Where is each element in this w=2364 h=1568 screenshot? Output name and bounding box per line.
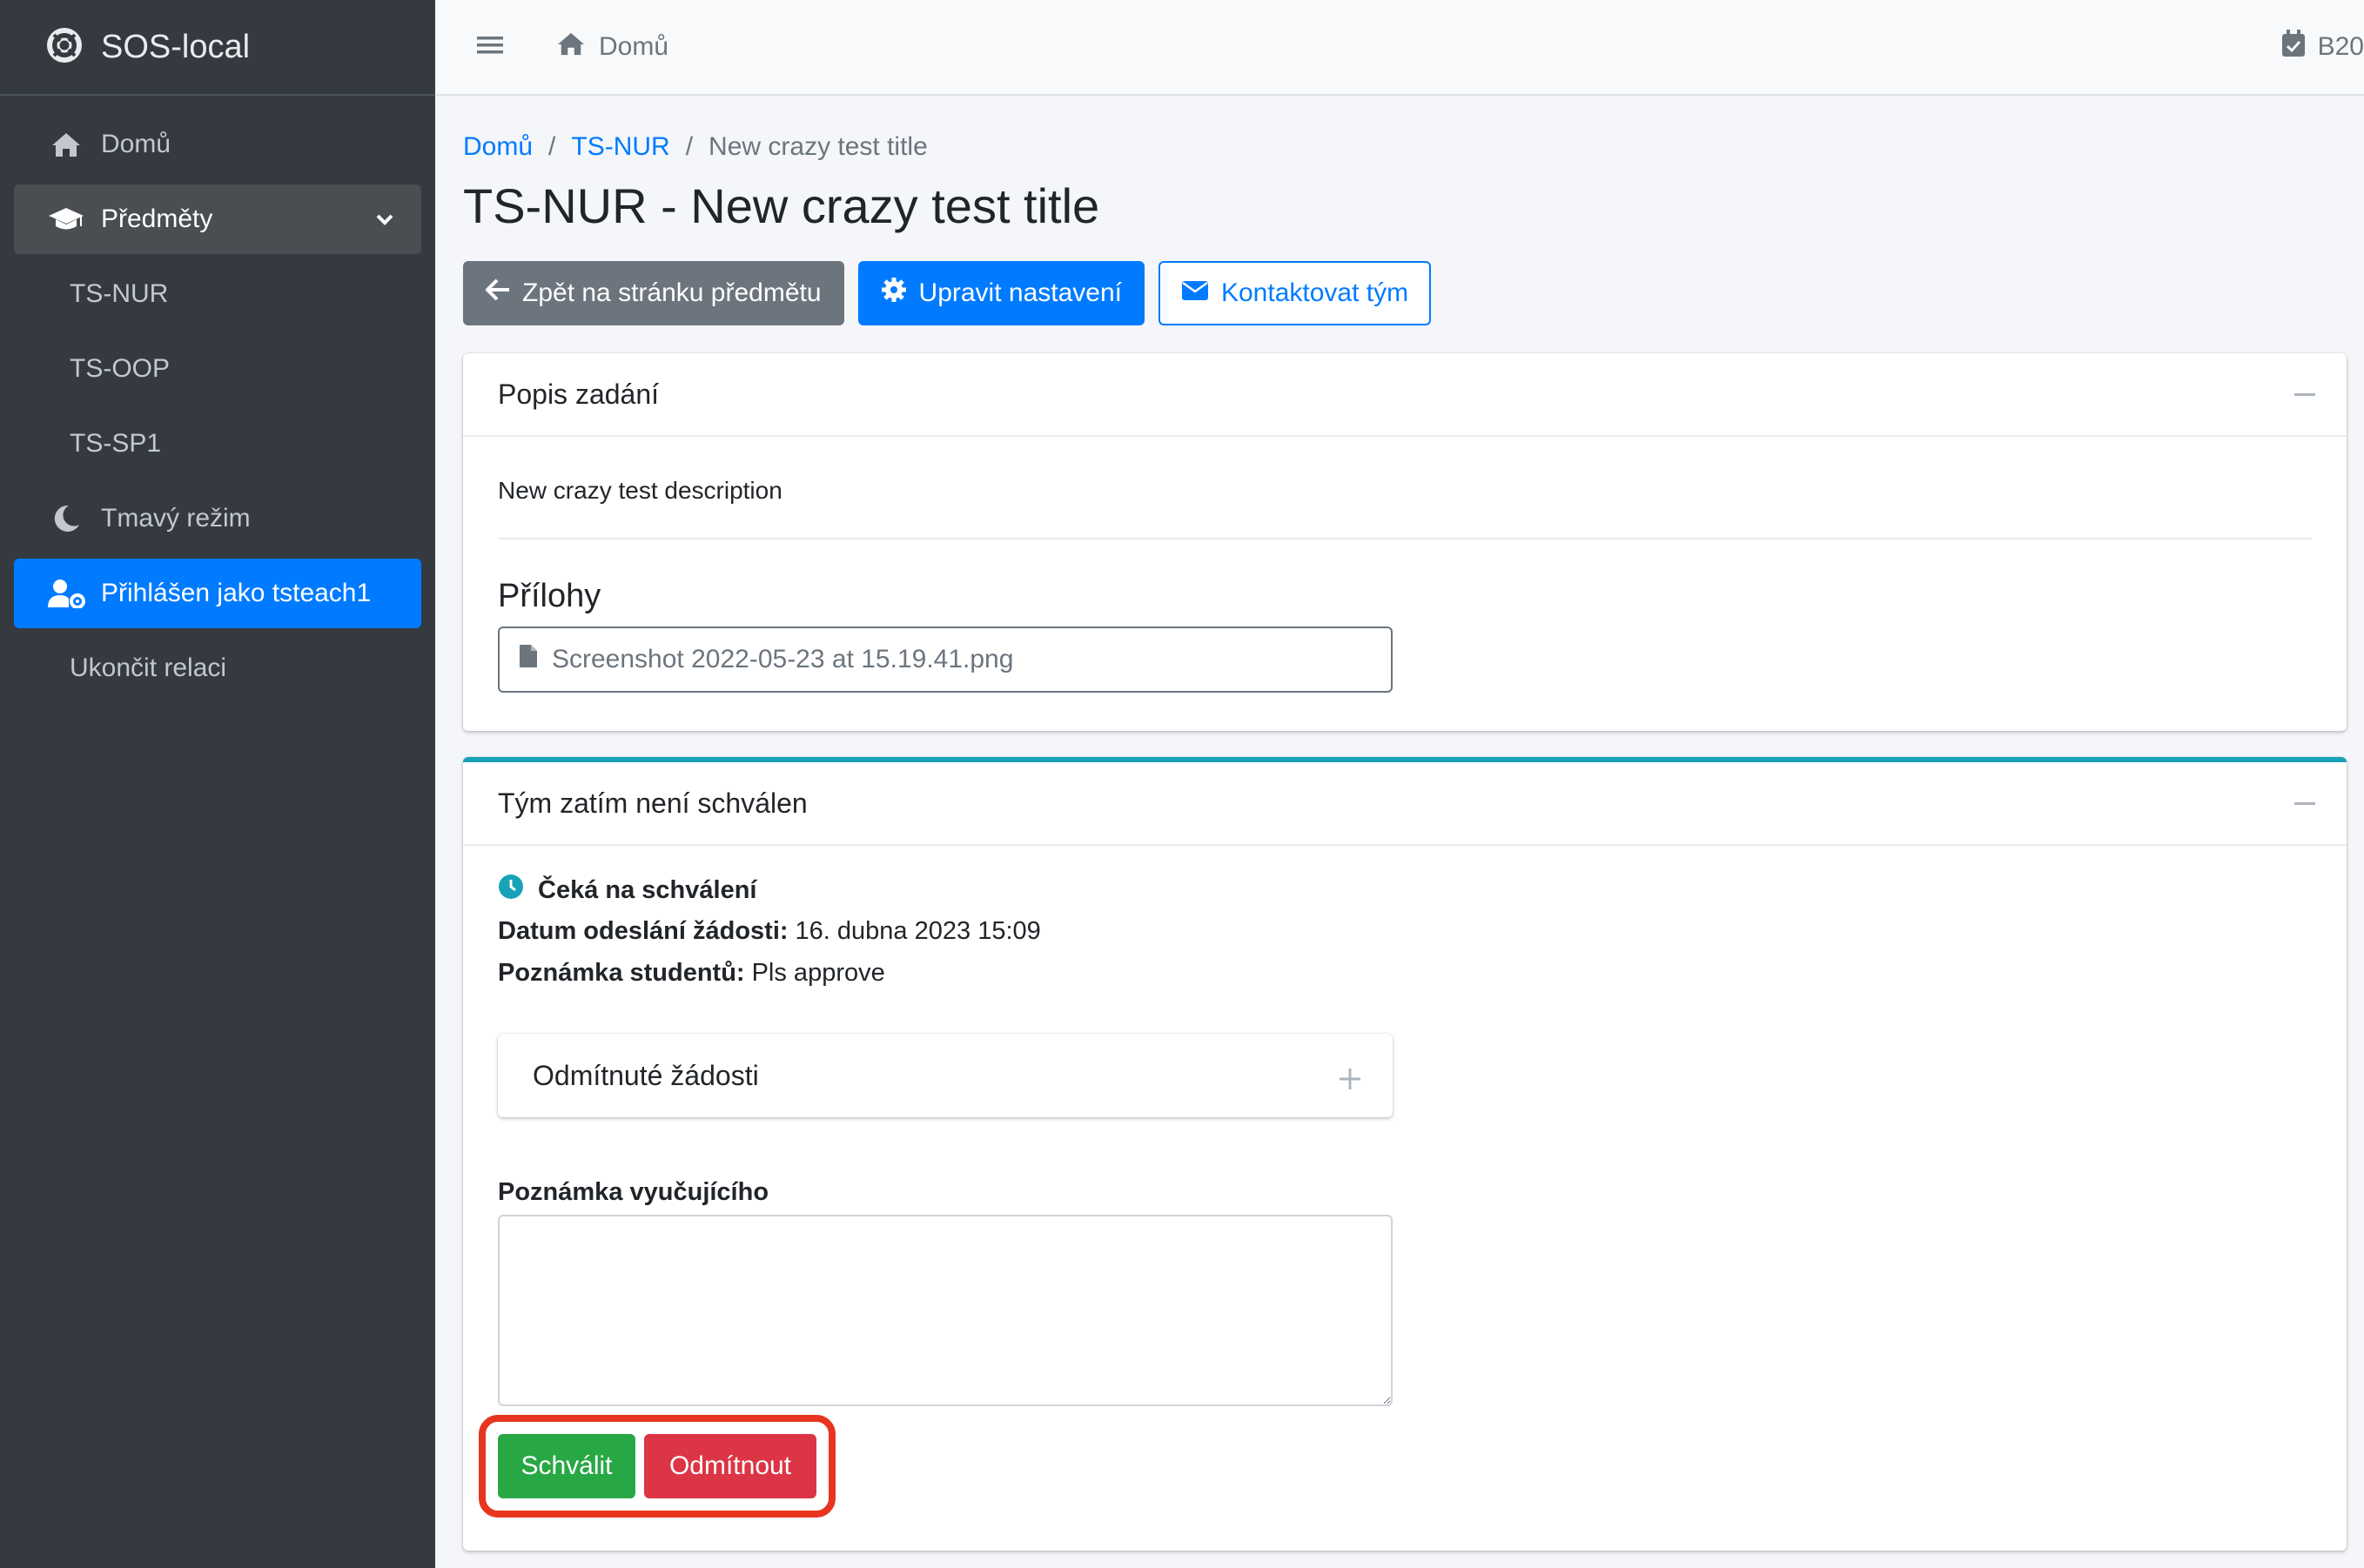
sidebar-item-courses[interactable]: Předměty [14, 184, 421, 254]
rejected-requests-card[interactable]: Odmítnuté žádosti [498, 1034, 1393, 1117]
top-right-label: B20 [2317, 32, 2364, 61]
assignment-card: Popis zadání New crazy test description … [463, 353, 2347, 731]
sidebar-item-ts-oop[interactable]: TS-OOP [14, 334, 421, 404]
attachment-file-name: Screenshot 2022-05-23 at 15.19.41.png [552, 645, 1014, 673]
student-note-value: Pls approve [751, 959, 885, 987]
teacher-note-textarea[interactable] [498, 1215, 1393, 1406]
action-buttons: Zpět na stránku předmětu Upravit nastave… [463, 261, 1445, 325]
graduation-cap-icon [47, 206, 85, 232]
approve-button[interactable]: Schválit [498, 1434, 635, 1498]
back-to-course-button[interactable]: Zpět na stránku předmětu [463, 261, 844, 325]
sidebar-item-label: Předměty [101, 204, 213, 233]
collapse-minus-icon[interactable] [2294, 393, 2315, 396]
divider [498, 538, 2312, 539]
sidebar-item-label: Domů [101, 130, 171, 158]
sent-date-label: Datum odeslání žádosti: [498, 917, 789, 945]
top-home-link[interactable]: Domů [555, 30, 668, 64]
brand[interactable]: SOS-local [0, 0, 435, 96]
sidebar: SOS-local Domů Předměty TS-NUR TS-OOP TS… [0, 0, 435, 1568]
sidebar-item-ts-nur[interactable]: TS-NUR [14, 259, 421, 329]
page-title: TS-NUR - New crazy test title [463, 178, 1100, 233]
edit-settings-label: Upravit nastavení [918, 278, 1122, 307]
brand-title: SOS-local [101, 28, 251, 65]
lifebuoy-icon [47, 27, 82, 67]
student-note-line: Poznámka studentů: Pls approve [498, 959, 885, 988]
breadcrumb-separator: / [685, 132, 694, 161]
status-line: Čeká na schválení [498, 874, 763, 907]
sent-date-line: Datum odeslání žádosti: 16. dubna 2023 1… [498, 917, 1041, 946]
sidebar-item-logout[interactable]: Ukončit relaci [14, 633, 421, 703]
clock-icon [498, 874, 524, 907]
collapse-minus-icon[interactable] [2294, 802, 2315, 805]
hamburger-menu-icon[interactable] [477, 35, 503, 60]
student-note-label: Poznámka studentů: [498, 959, 745, 987]
teacher-note-label: Poznámka vyučujícího [498, 1178, 769, 1206]
top-home-label: Domů [599, 32, 669, 61]
main-content: Domů / TS-NUR / New crazy test title TS-… [435, 97, 2364, 1568]
sidebar-item-label: Ukončit relaci [70, 653, 227, 682]
back-label: Zpět na stránku předmětu [522, 278, 822, 307]
sidebar-item-label: TS-NUR [70, 279, 169, 308]
sidebar-item-label: TS-SP1 [70, 429, 162, 458]
status-text: Čeká na schválení [538, 875, 757, 904]
attachment-file-link[interactable]: Screenshot 2022-05-23 at 15.19.41.png [498, 627, 1393, 693]
contact-team-label: Kontaktovat tým [1220, 278, 1409, 307]
home-icon [555, 30, 587, 64]
arrow-left-icon [485, 278, 522, 308]
sidebar-item-label: Tmavý režim [101, 504, 251, 533]
sidebar-item-home[interactable]: Domů [14, 110, 421, 179]
sidebar-item-ts-sp1[interactable]: TS-SP1 [14, 409, 421, 479]
team-card-title: Tým zatím není schválen [498, 787, 808, 819]
sidebar-item-label: TS-OOP [70, 354, 171, 383]
moon-icon [47, 504, 85, 533]
top-navbar: Domů B20 [435, 0, 2364, 96]
sidebar-item-dark-mode[interactable]: Tmavý režim [14, 484, 421, 553]
user-cog-icon [47, 579, 85, 608]
gear-icon [881, 277, 919, 310]
breadcrumb-home[interactable]: Domů [463, 132, 533, 162]
sidebar-item-logged-in-user[interactable]: Přihlášen jako tsteach1 [14, 559, 421, 628]
rejected-requests-title: Odmítnuté žádosti [533, 1059, 759, 1091]
top-right-info[interactable]: B20 [2281, 30, 2364, 64]
reject-button[interactable]: Odmítnout [644, 1434, 816, 1498]
contact-team-button[interactable]: Kontaktovat tým [1158, 261, 1432, 325]
team-approval-card: Tým zatím není schválen Čeká na schválen… [463, 757, 2347, 1551]
home-icon [47, 131, 85, 158]
breadcrumb-separator: / [548, 132, 556, 161]
breadcrumb-course[interactable]: TS-NUR [571, 132, 669, 162]
team-card-header: Tým zatím není schválen [463, 762, 2347, 846]
breadcrumb-current: New crazy test title [709, 132, 928, 161]
breadcrumb: Domů / TS-NUR / New crazy test title [463, 132, 928, 162]
sidebar-nav: Domů Předměty TS-NUR TS-OOP TS-SP1 Tmavý… [0, 96, 435, 722]
assignment-card-title: Popis zadání [498, 378, 660, 410]
envelope-icon [1181, 278, 1221, 308]
assignment-description: New crazy test description [498, 477, 782, 504]
attachments-title: Přílohy [498, 578, 601, 614]
expand-plus-icon[interactable] [1339, 1065, 1361, 1097]
calendar-check-icon [2281, 30, 2306, 64]
assignment-card-header: Popis zadání [463, 353, 2347, 437]
chevron-down-icon [374, 207, 395, 237]
sidebar-item-label: Přihlášen jako tsteach1 [101, 579, 372, 607]
sent-date-value: 16. dubna 2023 15:09 [795, 917, 1041, 945]
file-icon [519, 644, 538, 675]
edit-settings-button[interactable]: Upravit nastavení [857, 261, 1145, 325]
